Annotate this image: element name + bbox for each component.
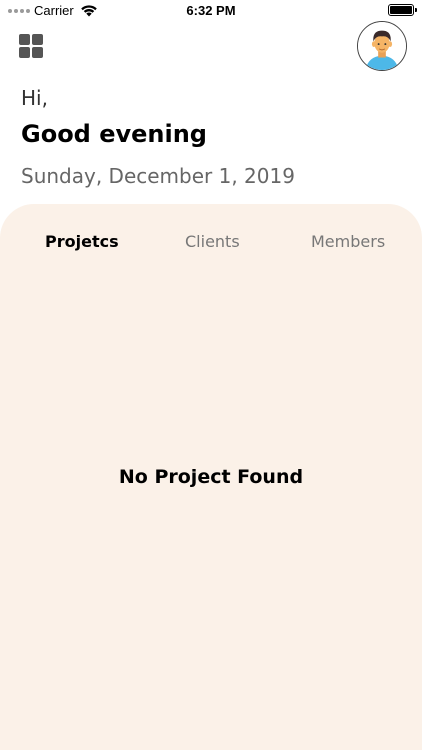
tab-members[interactable]: Members bbox=[311, 232, 385, 251]
grid-menu-icon[interactable] bbox=[19, 34, 43, 58]
greeting-text: Hi, bbox=[21, 86, 48, 110]
user-avatar-icon[interactable] bbox=[357, 21, 407, 71]
status-time: 6:32 PM bbox=[186, 3, 236, 18]
tab-bar: Projetcs Clients Members bbox=[0, 232, 422, 254]
battery-fill bbox=[390, 6, 412, 14]
content-panel: Projetcs Clients Members No Project Foun… bbox=[0, 204, 422, 750]
tab-clients[interactable]: Clients bbox=[185, 232, 240, 251]
app-screen: Carrier 6:32 PM Hi, Good evening Sunday,… bbox=[0, 0, 422, 750]
battery-icon bbox=[388, 4, 417, 16]
empty-state-message: No Project Found bbox=[118, 466, 304, 488]
headline-text: Good evening bbox=[21, 120, 207, 148]
tab-projects[interactable]: Projetcs bbox=[45, 232, 119, 251]
date-text: Sunday, December 1, 2019 bbox=[21, 164, 295, 188]
status-bar: Carrier 6:32 PM bbox=[0, 0, 422, 22]
